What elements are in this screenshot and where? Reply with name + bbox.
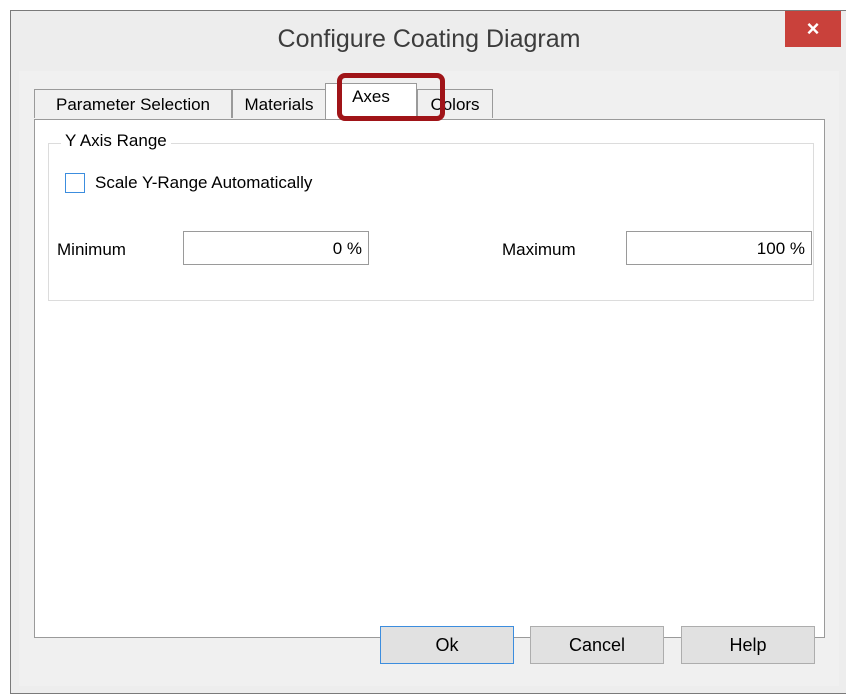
ok-button[interactable]: Ok [380,626,514,664]
y-axis-range-group: Y Axis Range Scale Y-Range Automatically… [48,131,814,301]
axes-tab-panel: Y Axis Range Scale Y-Range Automatically… [34,119,825,638]
tab-parameter-selection[interactable]: Parameter Selection [34,89,232,118]
cancel-button[interactable]: Cancel [530,626,664,664]
close-icon: × [806,16,820,41]
dialog-client-area: Parameter Selection Materials Axes Color… [19,71,839,686]
tab-materials[interactable]: Materials [232,89,326,118]
dialog-window: Configure Coating Diagram × Parameter Se… [10,10,846,694]
close-button[interactable]: × [785,11,841,47]
minimum-label: Minimum [57,240,126,259]
maximum-input[interactable]: 100 % [626,231,812,265]
auto-scale-option[interactable]: Scale Y-Range Automatically [65,173,312,193]
tab-highlight-annotation [337,73,445,121]
auto-scale-checkbox[interactable] [65,173,85,193]
minimum-input[interactable]: 0 % [183,231,369,265]
group-title: Y Axis Range [61,131,171,151]
maximum-label: Maximum [502,240,576,259]
title-bar[interactable]: Configure Coating Diagram × [11,11,846,71]
help-button[interactable]: Help [681,626,815,664]
dialog-title: Configure Coating Diagram [277,25,581,53]
auto-scale-label: Scale Y-Range Automatically [95,173,313,192]
